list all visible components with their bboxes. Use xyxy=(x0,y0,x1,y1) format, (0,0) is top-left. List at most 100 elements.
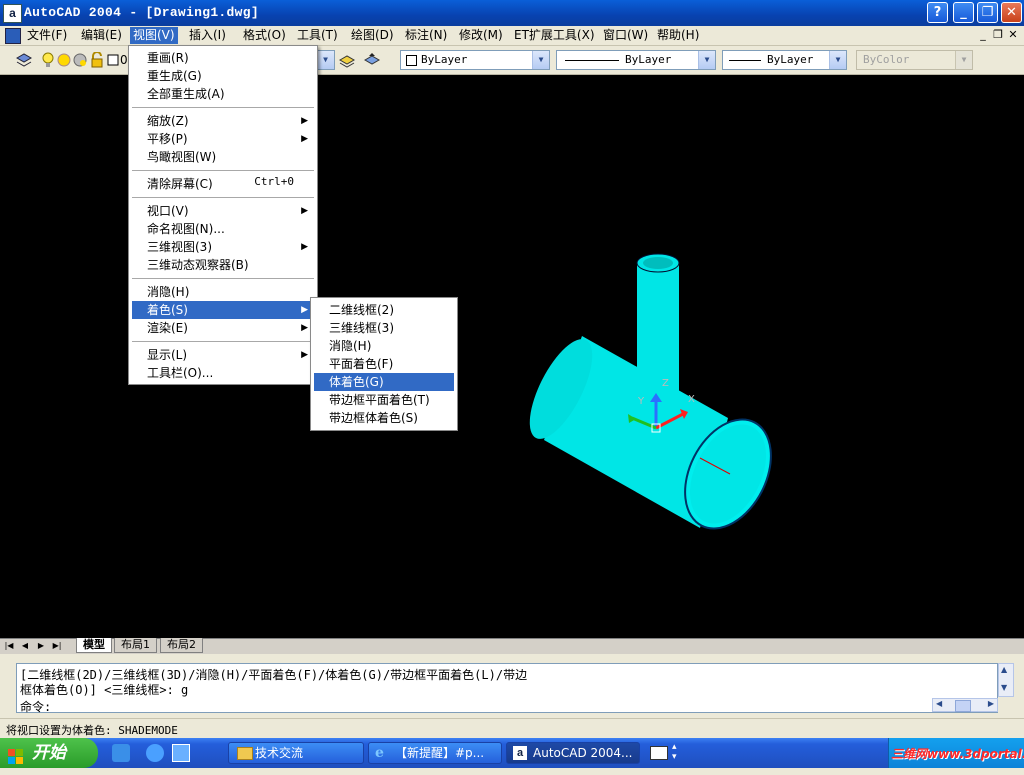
menu-shortcut: Ctrl+0 xyxy=(254,175,294,188)
view-menu-item[interactable]: 工具栏(O)... xyxy=(132,364,314,382)
shade-menu-item[interactable]: 平面着色(F) xyxy=(314,355,454,373)
help-button[interactable]: ? xyxy=(927,2,948,23)
lineweight-control-combo[interactable]: ByLayer ▼ xyxy=(722,50,847,70)
command-scrollbar[interactable]: ▲ ▼ xyxy=(998,663,1014,697)
menu-item[interactable]: 插入(I) xyxy=(186,27,229,44)
quicklaunch-desktop-icon[interactable] xyxy=(172,744,190,762)
folder-icon xyxy=(237,747,253,760)
ucs-y-label: Y xyxy=(638,396,645,407)
color-control-combo[interactable]: ByLayer ▼ xyxy=(400,50,550,70)
shade-menu-item[interactable]: 体着色(G) xyxy=(314,373,454,391)
status-bar: 将视口设置为体着色: SHADEMODE xyxy=(0,718,1024,739)
restore-button[interactable]: ❐ xyxy=(977,2,998,23)
close-button[interactable]: ✕ xyxy=(1001,2,1022,23)
scroll-right-icon[interactable]: ▶ xyxy=(988,699,994,708)
menu-item[interactable]: 绘图(D) xyxy=(348,27,397,44)
view-menu-item[interactable]: 平移(P) ▶ xyxy=(132,130,314,148)
doc-restore-icon[interactable]: ❐ xyxy=(991,28,1005,42)
submenu-arrow-icon: ▶ xyxy=(301,242,308,252)
layer-previous-icon[interactable] xyxy=(363,52,381,68)
view-menu-item[interactable]: 三维视图(3) ▶ xyxy=(132,238,314,256)
command-history[interactable]: [二维线框(2D)/三维线框(3D)/消隐(H)/平面着色(F)/体着色(G)/… xyxy=(16,663,998,715)
menu-item[interactable]: 视图(V) xyxy=(130,27,178,44)
shade-menu-item[interactable]: 三维线框(3) xyxy=(314,319,454,337)
keyboard-icon[interactable] xyxy=(650,746,668,760)
view-menu-item[interactable]: 命名视图(N)... xyxy=(132,220,314,238)
menu-item-label: 全部重生成(A) xyxy=(147,87,225,101)
chevron-down-icon[interactable]: ▼ xyxy=(829,51,846,69)
view-menu-item[interactable]: 显示(L) ▶ xyxy=(132,346,314,364)
linetype-control-combo[interactable]: ByLayer ▼ xyxy=(556,50,716,70)
minimize-button[interactable]: _ xyxy=(953,2,974,23)
taskbar-item-autocad[interactable]: a AutoCAD 2004... xyxy=(506,742,640,764)
menu-item[interactable]: 格式(O) xyxy=(240,27,289,44)
shade-menu-item[interactable]: 带边框平面着色(T) xyxy=(314,391,454,409)
command-history-line: 框体着色(O)] <三维线框>: g xyxy=(20,683,189,697)
view-menu-item[interactable]: 清除屏幕(C) Ctrl+0 xyxy=(132,175,314,193)
doc-minimize-icon[interactable]: _ xyxy=(976,28,990,42)
menu-item[interactable]: 编辑(E) xyxy=(78,27,125,44)
menu-item[interactable]: 帮助(H) xyxy=(654,27,702,44)
language-arrow-icon[interactable]: ▴ ▾ xyxy=(672,742,677,762)
chevron-down-icon[interactable]: ▼ xyxy=(698,51,715,69)
view-menu-item[interactable]: 重生成(G) xyxy=(132,67,314,85)
layer-on-bulb-icon[interactable] xyxy=(40,52,56,68)
menu-item[interactable]: 修改(M) xyxy=(456,27,506,44)
start-button[interactable]: 开始 xyxy=(0,738,98,768)
menu-item[interactable]: ET扩展工具(X) xyxy=(511,27,598,44)
quicklaunch-ie-icon[interactable] xyxy=(146,744,164,762)
shade-menu-item[interactable]: 二维线框(2) xyxy=(314,301,454,319)
view-menu-item[interactable]: 全部重生成(A) xyxy=(132,85,314,103)
menu-item[interactable]: 窗口(W) xyxy=(600,27,651,44)
first-tab-icon[interactable]: |◀ xyxy=(2,640,16,652)
window-title: AutoCAD 2004 - [Drawing1.dwg] xyxy=(24,5,259,20)
menu-item-label: 命名视图(N)... xyxy=(147,222,225,236)
layer-freeze-sun-icon[interactable] xyxy=(56,52,72,68)
layer-manager-icon[interactable] xyxy=(15,52,33,68)
view-menu-item[interactable]: 消隐(H) xyxy=(132,283,314,301)
autocad-app-icon[interactable]: a xyxy=(3,4,22,23)
ucs-x-label: X xyxy=(688,394,695,405)
tab-layout1[interactable]: 布局1 xyxy=(114,638,157,653)
shade-menu-item[interactable]: 消隐(H) xyxy=(314,337,454,355)
chevron-down-icon[interactable]: ▼ xyxy=(532,51,549,69)
doc-close-icon[interactable]: ✕ xyxy=(1006,28,1020,42)
view-menu-item[interactable]: 鸟瞰视图(W) xyxy=(132,148,314,166)
prev-tab-icon[interactable]: ◀ xyxy=(18,640,32,652)
menu-item[interactable]: 工具(T) xyxy=(294,27,341,44)
menu-item-label: 重生成(G) xyxy=(147,69,202,83)
windows-logo-icon xyxy=(8,745,24,764)
scroll-down-icon[interactable]: ▼ xyxy=(1001,683,1007,692)
menu-item-label: 视口(V) xyxy=(147,204,189,218)
layer-lock-icon[interactable] xyxy=(89,51,105,68)
menu-item[interactable]: 文件(F) xyxy=(24,27,70,44)
shade-menu-item[interactable]: 带边框体着色(S) xyxy=(314,409,454,427)
quicklaunch-msn-icon[interactable] xyxy=(112,744,130,762)
taskbar-item-folder[interactable]: 技术交流 xyxy=(228,742,364,764)
view-menu-item[interactable]: 缩放(Z) ▶ xyxy=(132,112,314,130)
layer-name[interactable]: 0 xyxy=(120,53,128,67)
scroll-thumb[interactable] xyxy=(955,700,971,712)
command-hscrollbar[interactable]: ◀ ▶ xyxy=(932,698,998,712)
next-tab-icon[interactable]: ▶ xyxy=(34,640,48,652)
view-menu-item[interactable]: 着色(S) ▶ xyxy=(132,301,314,319)
view-menu-item[interactable]: 重画(R) xyxy=(132,49,314,67)
tab-layout2[interactable]: 布局2 xyxy=(160,638,203,653)
menu-item-label: 着色(S) xyxy=(147,303,188,317)
view-menu-item[interactable]: 三维动态观察器(B) xyxy=(132,256,314,274)
tab-model[interactable]: 模型 xyxy=(76,638,112,653)
taskbar-item-label: AutoCAD 2004... xyxy=(533,746,633,760)
plotstyle-control-combo: ByColor ▼ xyxy=(856,50,973,70)
view-menu-item[interactable]: 视口(V) ▶ xyxy=(132,202,314,220)
layer-vp-freeze-icon[interactable] xyxy=(72,52,88,68)
make-object-layer-current-icon[interactable] xyxy=(338,52,356,68)
scroll-left-icon[interactable]: ◀ xyxy=(936,699,942,708)
taskbar-item-browser[interactable]: e 【新提醒】#p... xyxy=(368,742,502,764)
menu-item[interactable]: 标注(N) xyxy=(402,27,450,44)
document-icon[interactable] xyxy=(5,28,21,44)
scroll-up-icon[interactable]: ▲ xyxy=(1001,665,1007,674)
command-prompt[interactable]: 命令: xyxy=(20,698,51,715)
last-tab-icon[interactable]: ▶| xyxy=(50,640,64,652)
view-menu-item[interactable]: 渲染(E) ▶ xyxy=(132,319,314,337)
layer-dropdown-arrow[interactable]: ▼ xyxy=(316,50,335,70)
